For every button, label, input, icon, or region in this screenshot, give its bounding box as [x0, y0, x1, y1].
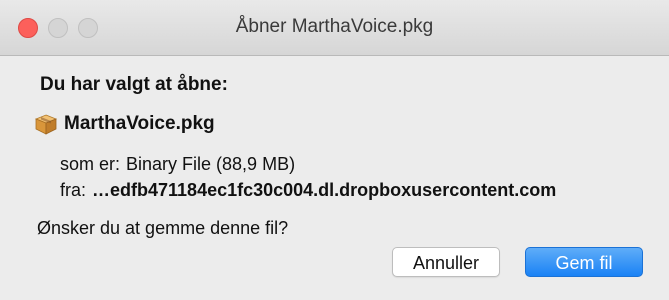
file-type-label: som er: — [60, 154, 121, 174]
file-source-line: fra: …edfb471184ec1fc30c004.dl.dropboxuse… — [60, 180, 556, 201]
package-icon — [34, 114, 58, 135]
file-name: MarthaVoice.pkg — [64, 113, 215, 134]
title-bar[interactable]: Åbner MarthaVoice.pkg — [0, 0, 669, 56]
file-type-line: som er: Binary File (88,9 MB) — [60, 154, 295, 175]
download-dialog-window: Åbner MarthaVoice.pkg Du har valgt at åb… — [0, 0, 669, 300]
window-title: Åbner MarthaVoice.pkg — [235, 16, 434, 37]
save-question: Ønsker du at gemme denne fil? — [37, 218, 289, 238]
file-row: MarthaVoice.pkg — [34, 113, 215, 135]
file-source-value: …edfb471184ec1fc30c004.dl.dropboxusercon… — [92, 180, 557, 200]
cancel-button[interactable]: Annuller — [392, 247, 500, 277]
dialog-content: Du har valgt at åbne: MarthaVoice.pkg so… — [0, 56, 669, 300]
file-source-label: fra: — [60, 180, 87, 200]
dialog-heading: Du har valgt at åbne: — [40, 74, 228, 95]
file-type-value: Binary File (88,9 MB) — [126, 154, 296, 174]
save-file-button[interactable]: Gem fil — [525, 247, 643, 277]
